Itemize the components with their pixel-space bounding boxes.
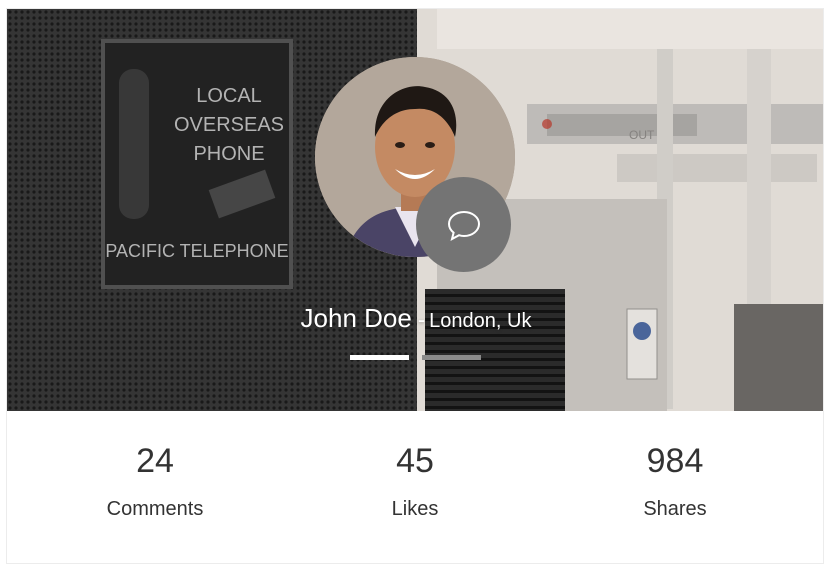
- stats-bar: 24 Comments 45 Likes 984 Shares: [7, 411, 823, 563]
- stat-comments-value: 24: [136, 442, 174, 480]
- chat-button[interactable]: [416, 177, 511, 272]
- name-separator: -: [417, 307, 426, 332]
- stat-shares-label: Shares: [643, 498, 707, 520]
- profile-name-line: John Doe - London, Uk: [7, 303, 823, 334]
- stat-likes: 45 Likes: [315, 441, 515, 521]
- chat-bubble-icon: [447, 210, 480, 241]
- stat-likes-value: 45: [396, 442, 434, 480]
- carousel-pager: [350, 355, 490, 361]
- profile-location: London, Uk: [429, 310, 532, 332]
- stat-likes-label: Likes: [391, 498, 439, 520]
- profile-header: LOCAL OVERSEAS PHONE PACIFIC TELEPHONE O…: [7, 9, 823, 411]
- stat-shares-value: 984: [646, 442, 704, 480]
- pager-dot-1[interactable]: [350, 355, 409, 360]
- profile-name: John Doe: [300, 303, 412, 333]
- stat-comments: 24 Comments: [55, 441, 255, 521]
- pager-dot-2[interactable]: [422, 355, 481, 360]
- stat-shares: 984 Shares: [575, 441, 775, 521]
- profile-card: LOCAL OVERSEAS PHONE PACIFIC TELEPHONE O…: [6, 8, 824, 564]
- stat-comments-label: Comments: [106, 498, 204, 520]
